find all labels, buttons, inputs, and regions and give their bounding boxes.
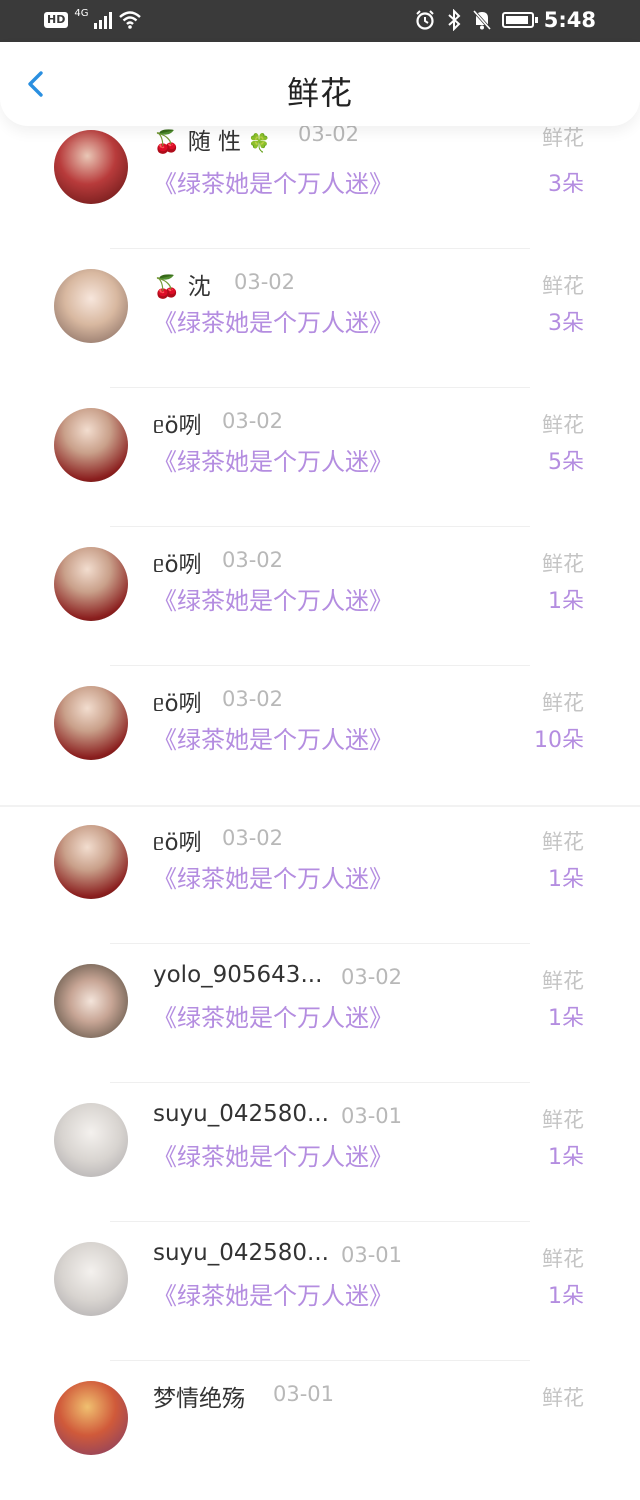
date: 03-02 [222,409,284,433]
cherry-icon: 🍒 [153,130,181,155]
signal-icon [94,11,113,29]
gift-count: 3朵 [548,172,584,197]
book-title-link[interactable]: 《绿茶她是个万人迷》 [153,720,393,755]
hd-icon: HD [44,12,69,28]
alarm-icon [416,10,434,30]
book-title-link[interactable]: 《绿茶她是个万人迷》 [153,581,393,616]
date: 03-02 [341,965,403,989]
gift-count: 1朵 [548,1284,584,1309]
wifi-icon [119,11,142,29]
cherry-icon: 🍒 [153,275,181,300]
gift-type: 鲜花 [542,1247,584,1271]
clock: 5:48 [543,8,596,32]
gift-type: 鲜花 [542,413,584,437]
avatar[interactable] [54,1381,128,1455]
avatar[interactable] [54,408,128,482]
user-name: ᥱö咧 [153,691,202,717]
gift-count: 1朵 [548,1006,584,1031]
list-item[interactable]: yolo_905643... 03-02 《绿茶她是个万人迷》 鲜花 1朵 [0,944,640,1083]
avatar[interactable] [54,686,128,760]
list-item[interactable]: 梦情绝殇 03-01 鲜花 [0,1361,640,1500]
date: 03-02 [234,270,296,294]
user-name: yolo_905643... [153,962,323,988]
list-item[interactable]: suyu_042580... 03-01 《绿茶她是个万人迷》 鲜花 1朵 [0,1083,640,1222]
date: 03-02 [222,826,284,850]
user-name: ᥱö咧 [153,413,202,439]
book-title-link[interactable]: 《绿茶她是个万人迷》 [153,442,393,477]
book-title-link[interactable]: 《绿茶她是个万人迷》 [153,303,393,338]
list-item[interactable]: suyu_042580... 03-01 《绿茶她是个万人迷》 鲜花 1朵 [0,1222,640,1361]
top-nav-bar: 鲜花 [0,42,640,126]
gift-type: 鲜花 [542,274,584,298]
clover-icon: 🍀 [248,133,271,154]
gift-type: 鲜花 [542,1108,584,1132]
gift-count: 3朵 [548,311,584,336]
avatar[interactable] [54,964,128,1038]
book-title-link[interactable]: 《绿茶她是个万人迷》 [153,164,393,199]
bluetooth-icon [448,9,461,31]
date: 03-01 [341,1243,403,1267]
list-item[interactable]: 🍒 随 性 🍀 03-02 《绿茶她是个万人迷》 鲜花 3朵 [0,110,640,249]
status-bar: HD 4G 5:48 [0,0,640,42]
user-name: suyu_042580... [153,1101,329,1127]
book-title-link[interactable]: 《绿茶她是个万人迷》 [153,1137,393,1172]
status-right: 5:48 [414,8,596,32]
gift-type: 鲜花 [542,830,584,854]
avatar[interactable] [54,130,128,204]
user-name: suyu_042580... [153,1240,329,1266]
gift-count: 1朵 [548,1145,584,1170]
mute-bell-icon [472,10,491,30]
avatar[interactable] [54,1103,128,1177]
avatar[interactable] [54,547,128,621]
status-left: HD 4G [44,8,142,30]
date: 03-01 [341,1104,403,1128]
avatar[interactable] [54,269,128,343]
flower-record-list: 🍒 随 性 🍀 03-02 《绿茶她是个万人迷》 鲜花 3朵 🍒 沈 03-02… [0,120,640,1500]
gift-type: 鲜花 [542,126,584,150]
list-item[interactable]: ᥱö咧 03-02 《绿茶她是个万人迷》 鲜花 5朵 [0,388,640,527]
gift-count: 1朵 [548,589,584,614]
list-item[interactable]: ᥱö咧 03-02 《绿茶她是个万人迷》 鲜花 10朵 [0,666,640,805]
list-item[interactable]: ᥱö咧 03-02 《绿茶她是个万人迷》 鲜花 1朵 [0,805,640,944]
date: 03-02 [222,687,284,711]
avatar[interactable] [54,1242,128,1316]
date: 03-02 [222,548,284,572]
gift-type: 鲜花 [542,1386,584,1410]
user-name: ᥱö咧 [153,552,202,578]
user-name: 🍒 沈 [153,274,211,300]
network-type: 4G [74,8,89,19]
list-item[interactable]: ᥱö咧 03-02 《绿茶她是个万人迷》 鲜花 1朵 [0,527,640,666]
gift-count: 1朵 [548,867,584,892]
gift-count: 5朵 [548,450,584,475]
avatar[interactable] [54,825,128,899]
book-title-link[interactable]: 《绿茶她是个万人迷》 [153,1276,393,1311]
user-name: 🍒 随 性 🍀 [153,129,271,155]
gift-type: 鲜花 [542,552,584,576]
divider [0,805,640,807]
gift-count: 10朵 [534,728,584,753]
user-name: 梦情绝殇 [153,1386,245,1412]
book-title-link[interactable]: 《绿茶她是个万人迷》 [153,998,393,1033]
gift-type: 鲜花 [542,691,584,715]
list-item[interactable]: 🍒 沈 03-02 《绿茶她是个万人迷》 鲜花 3朵 [0,249,640,388]
user-name: ᥱö咧 [153,830,202,856]
battery-icon [501,12,538,28]
page-title: 鲜花 [286,74,353,112]
date: 03-01 [273,1382,335,1406]
gift-type: 鲜花 [542,969,584,993]
book-title-link[interactable]: 《绿茶她是个万人迷》 [153,859,393,894]
